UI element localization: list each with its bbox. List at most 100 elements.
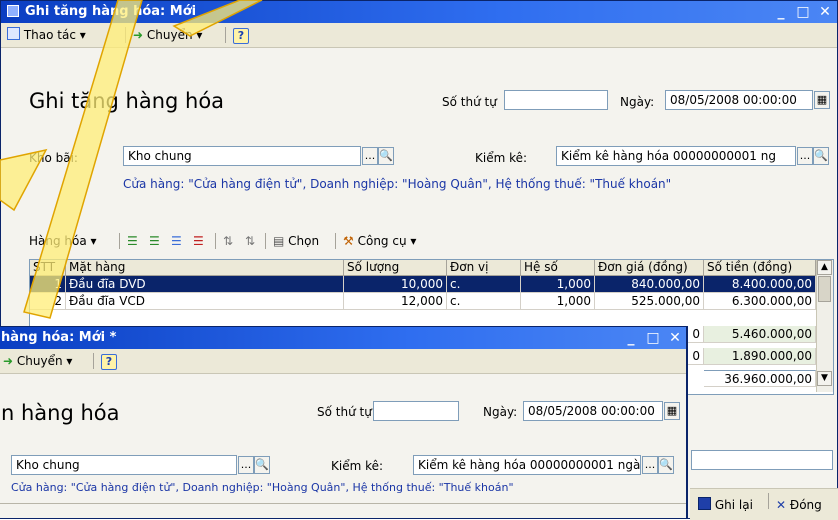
- warehouse-input[interactable]: Kho chung: [123, 146, 361, 166]
- seq-label: Số thứ tự: [317, 405, 372, 419]
- toolbar-separator: [225, 27, 226, 43]
- sort-asc-icon[interactable]: ⇅: [223, 233, 233, 249]
- search-icon[interactable]: 🔍: [813, 147, 829, 165]
- seq-input[interactable]: [504, 90, 608, 110]
- grid-toolbar: Hàng hóa ▾ ☰ ☰ ☰ ☰ ⇅ ⇅ ▤ Chọn ⚒ Công cụ …: [1, 229, 837, 253]
- choose-button[interactable]: ▤ Chọn: [273, 233, 319, 249]
- browse-button[interactable]: ...: [797, 147, 813, 165]
- date-label: Ngày:: [483, 405, 518, 419]
- table-cell-price[interactable]: 840.000,00: [595, 276, 704, 293]
- toolbar-separator: [215, 233, 216, 249]
- inventory-input[interactable]: Kiểm kê hàng hóa 00000000001 ng: [556, 146, 796, 166]
- table-cell-item[interactable]: Đầu đĩa DVD: [66, 276, 344, 293]
- search-icon[interactable]: 🔍: [378, 147, 394, 165]
- minimize-button[interactable]: _: [773, 1, 789, 23]
- date-input[interactable]: 08/05/2008 00:00:00: [665, 90, 813, 110]
- table-cell-price[interactable]: 525.000,00: [595, 293, 704, 310]
- search-icon[interactable]: 🔍: [254, 456, 270, 474]
- table-cell-factor[interactable]: 1,000: [521, 293, 595, 310]
- browse-button[interactable]: ...: [362, 147, 378, 165]
- scroll-up-icon[interactable]: ▲: [817, 260, 832, 275]
- scroll-thumb[interactable]: [818, 276, 831, 302]
- table-cell-stt[interactable]: 2: [30, 293, 66, 310]
- sort-desc-icon[interactable]: ⇅: [245, 233, 255, 249]
- toolbar-separator: [93, 353, 94, 369]
- tools-menu[interactable]: ⚒ Công cụ ▾: [343, 233, 416, 249]
- date-input[interactable]: 08/05/2008 00:00:00: [523, 401, 663, 421]
- table-header[interactable]: Số lượng: [344, 260, 447, 276]
- back-toolbar: Thao tác ▾ ➜ Chuyển ▾ ?: [1, 23, 837, 48]
- insert-row-icon[interactable]: ☰: [149, 233, 160, 249]
- close-form-button[interactable]: ✕ Đóng: [776, 497, 822, 513]
- table-cell-qty[interactable]: 10,000: [344, 276, 447, 293]
- table-header[interactable]: Đơn vị: [447, 260, 521, 276]
- warehouse-input[interactable]: Kho chung: [11, 455, 237, 475]
- goods-menu[interactable]: Hàng hóa ▾: [29, 233, 97, 249]
- minimize-button[interactable]: _: [623, 327, 639, 349]
- seq-input[interactable]: [373, 401, 459, 421]
- table-cell-unit[interactable]: c.: [447, 293, 521, 310]
- toolbar-separator: [335, 233, 336, 249]
- save-button[interactable]: Ghi lại: [698, 497, 753, 513]
- maximize-button[interactable]: □: [645, 327, 661, 349]
- tools-label: Công cụ: [357, 234, 407, 248]
- dropdown-arrow-icon: ▾: [90, 234, 97, 248]
- table-header[interactable]: STT: [30, 260, 66, 276]
- maximize-button[interactable]: □: [795, 1, 811, 23]
- calendar-icon[interactable]: ▦: [664, 402, 680, 420]
- search-icon[interactable]: 🔍: [658, 456, 674, 474]
- dropdown-arrow-icon: ▾: [410, 234, 417, 248]
- table-header[interactable]: Hệ số: [521, 260, 595, 276]
- page-title: n hàng hóa: [1, 401, 120, 425]
- front-divider: [0, 503, 686, 504]
- calendar-icon[interactable]: ▦: [814, 91, 830, 109]
- add-row-icon[interactable]: ☰: [127, 233, 138, 249]
- help-button[interactable]: ?: [233, 27, 249, 44]
- table-cell-amount[interactable]: 1.890.000,00: [704, 348, 816, 365]
- close-icon: ✕: [776, 498, 787, 512]
- table-cell-amount[interactable]: 5.460.000,00: [704, 326, 816, 343]
- table-header[interactable]: Mặt hàng: [66, 260, 344, 276]
- table-cell-factor[interactable]: 1,000: [521, 276, 595, 293]
- inventory-label: Kiểm kê:: [331, 459, 384, 473]
- close-button[interactable]: ✕: [667, 327, 683, 349]
- scroll-down-icon[interactable]: ▼: [817, 371, 832, 386]
- front-window-title: hàng hóa: Mới *: [1, 330, 117, 345]
- inventory-label: Kiểm kê:: [475, 151, 528, 165]
- store-info-note: Cửa hàng: "Cửa hàng điện tử", Doanh nghi…: [123, 177, 672, 191]
- page-title: Ghi tăng hàng hóa: [29, 89, 225, 113]
- form-icon: [7, 27, 20, 40]
- front-toolbar: ➜ Chuyển ▾ ?: [0, 349, 686, 374]
- seq-label: Số thứ tự: [442, 95, 497, 109]
- transfer-menu[interactable]: ➜ Chuyển ▾: [133, 27, 202, 43]
- table-cell-stt[interactable]: 1: [30, 276, 66, 293]
- date-label: Ngày:: [620, 95, 655, 109]
- table-header[interactable]: Đơn giá (đồng): [595, 260, 704, 276]
- background-field[interactable]: [691, 450, 833, 470]
- table-cell-amount[interactable]: 6.300.000,00: [704, 293, 816, 310]
- table-header[interactable]: Số tiền (đồng): [704, 260, 816, 276]
- back-window-titlebar[interactable]: Ghi tăng hàng hóa: Mới _ □ ✕: [1, 1, 837, 23]
- table-cell-qty[interactable]: 12,000: [344, 293, 447, 310]
- folder-arrow-icon: ➜: [3, 354, 14, 368]
- toolbar-separator: [125, 27, 126, 43]
- transfer-menu[interactable]: ➜ Chuyển ▾: [3, 353, 72, 369]
- front-window-titlebar[interactable]: hàng hóa: Mới * _ □ ✕: [0, 327, 686, 349]
- warehouse-label: Kho bãi:: [29, 151, 78, 165]
- store-info-note: Cửa hàng: "Cửa hàng điện tử", Doanh nghi…: [11, 481, 514, 494]
- delete-row-icon[interactable]: ☰: [193, 233, 204, 249]
- help-button[interactable]: ?: [101, 353, 117, 370]
- browse-button[interactable]: ...: [642, 456, 658, 474]
- move-row-icon[interactable]: ☰: [171, 233, 182, 249]
- table-cell-unit[interactable]: c.: [447, 276, 521, 293]
- inventory-input[interactable]: Kiểm kê hàng hóa 00000000001 ngà: [413, 455, 641, 475]
- browse-button[interactable]: ...: [238, 456, 254, 474]
- actions-menu[interactable]: Thao tác ▾: [7, 27, 86, 43]
- floppy-icon: [698, 497, 711, 510]
- close-button[interactable]: ✕: [817, 1, 833, 23]
- table-scrollbar[interactable]: ▲ ▼: [816, 260, 833, 392]
- table-cell-amount[interactable]: 8.400.000,00: [704, 276, 816, 293]
- save-label: Ghi lại: [714, 498, 753, 512]
- table-cell-item[interactable]: Đầu đĩa VCD: [66, 293, 344, 310]
- choose-icon: ▤: [273, 234, 285, 248]
